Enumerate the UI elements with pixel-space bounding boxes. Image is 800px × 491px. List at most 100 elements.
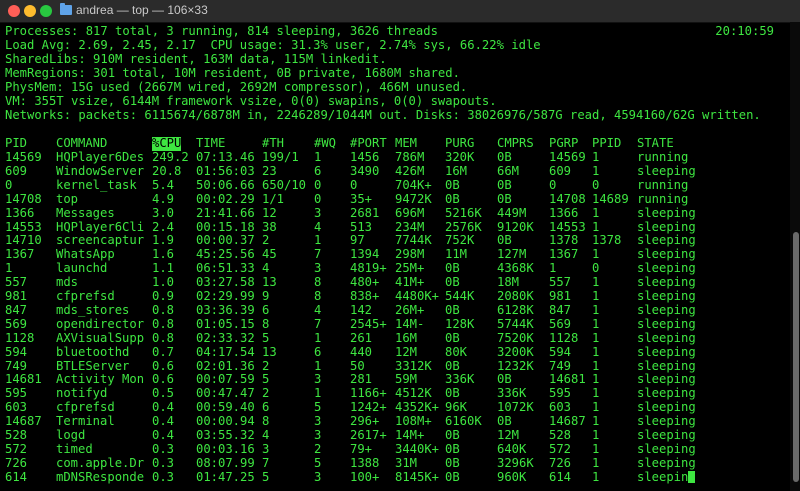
cell-ppid: 1 <box>592 302 600 317</box>
cell-pid: 0 <box>5 177 13 192</box>
cell-threads: 4 <box>262 428 270 442</box>
title-bar: andrea — top — 106×33 <box>0 0 800 23</box>
cell-pid: 1128 <box>5 330 35 345</box>
cell-threads: 8 <box>262 316 270 331</box>
cell-threads: 45 <box>262 247 277 262</box>
cell-time: 00:03.16 <box>196 441 255 456</box>
cell-purg: 80K <box>445 344 468 359</box>
cell-wq: 3 <box>314 372 322 387</box>
table-row: 594 bluetoothd 0.7 04:17.54 13 6 440 12M 80K 3200… <box>0 344 790 360</box>
table-row: 749 BTLEServer 0.6 02:01.36 2 1 50 3312K 0B 1232K… <box>0 359 790 374</box>
cell-command: timed <box>56 441 93 456</box>
table-row: 0 kernel_task 5.4 50:06.66 650/10 0 0 704K+ 0B 0B… <box>0 177 790 193</box>
cell-command: WindowServer <box>56 163 145 178</box>
column-header-pid: PID <box>5 136 28 150</box>
cell-ppid: 1 <box>592 219 600 234</box>
cell-time: 01:56:03 <box>196 163 255 178</box>
cell-cmprs: 336K <box>497 386 527 401</box>
cell-cmprs: 0B <box>497 372 512 387</box>
cell-mem: 9472K <box>395 191 432 206</box>
cell-threads: 13 <box>262 344 277 359</box>
cell-cpu: 4.9 <box>152 191 175 206</box>
cell-cmprs: 6128K <box>497 302 534 317</box>
cell-pgrp: 981 <box>549 289 572 303</box>
column-header-threads: #TH <box>262 136 285 150</box>
cell-wq: 7 <box>314 316 322 331</box>
cell-threads: 5 <box>262 469 270 484</box>
cell-wq: 1 <box>314 330 322 345</box>
cell-command: com.apple.Dr <box>56 455 145 470</box>
cell-cmprs: 0B <box>497 414 512 429</box>
cell-command: logd <box>56 428 86 442</box>
cell-pid: 569 <box>5 316 28 331</box>
column-header-purg: PURG <box>445 136 475 150</box>
cell-pid: 14681 <box>5 372 42 387</box>
cell-cpu: 20.8 <box>152 163 182 178</box>
cell-ports: 513 <box>350 219 373 234</box>
cell-wq: 3 <box>314 469 322 484</box>
cell-cpu: 1.6 <box>152 247 175 262</box>
cell-time: 06:51.33 <box>196 261 255 276</box>
cell-time: 00:47.47 <box>196 386 255 401</box>
cell-cmprs: 449M <box>497 205 527 220</box>
cell-cpu: 3.0 <box>152 205 175 220</box>
clock: 20:10:59 <box>715 24 774 38</box>
cell-purg: 11M <box>445 247 468 262</box>
table-row: 1367 WhatsApp 1.6 45:25.56 45 7 1394 298M 11M 127… <box>0 247 790 262</box>
cell-cpu: 0.6 <box>152 372 175 387</box>
scrollbar[interactable] <box>790 22 800 491</box>
cell-purg: 544K <box>445 289 475 303</box>
cell-state: sleeping <box>637 414 696 429</box>
summary-networks: Networks: packets: 6115674/6878M in, 224… <box>5 108 761 122</box>
cell-pid: 603 <box>5 400 28 415</box>
cell-mem: 14M- <box>395 316 425 331</box>
table-row: 614 mDNSResponde 0.3 01:47.25 5 3 100+ 8145K+ 0B… <box>0 469 790 485</box>
cell-cpu: 0.9 <box>152 289 175 303</box>
cell-cmprs: 12M <box>497 428 520 442</box>
summary-load: Load Avg: 2.69, 2.45, 2.17 CPU usage: 31… <box>5 38 541 52</box>
cell-pid: 528 <box>5 428 28 442</box>
table-row: 595 notifyd 0.5 00:47.47 2 1 1166+ 4512K 0B 336K 5… <box>0 386 790 401</box>
column-header-time: TIME <box>196 136 226 150</box>
cell-time: 00:02.29 <box>196 191 255 206</box>
table-row: 847 mds_stores 0.8 03:36.39 6 4 142 26M+ 0B 6128K… <box>0 302 790 318</box>
cell-ppid: 1 <box>592 275 600 290</box>
cell-time: 03:55.32 <box>196 428 255 442</box>
scrollbar-thumb[interactable] <box>793 232 799 482</box>
table-header: PID COMMAND %CPU TIME #TH #WQ #PORT MEM PURG CMPR… <box>0 136 790 151</box>
cell-time: 03:36.39 <box>196 302 255 317</box>
cell-command: mDNSResponde <box>56 469 145 484</box>
cell-ports: 1242+ <box>350 400 387 415</box>
cell-time: 03:27.58 <box>196 275 255 290</box>
cell-ppid: 1 <box>592 289 600 303</box>
table-row: 572 timed 0.3 00:03.16 3 2 79+ 3440K+ 0B 640K 572 1… <box>0 441 790 457</box>
cell-ppid: 1 <box>592 150 600 164</box>
cell-time: 04:17.54 <box>196 344 255 359</box>
cell-purg: 0B <box>445 330 460 345</box>
cell-wq: 6 <box>314 163 322 178</box>
cell-purg: 5216K <box>445 205 482 220</box>
cell-purg: 0B <box>445 386 460 401</box>
cell-pid: 1 <box>5 261 13 276</box>
column-header-mem: MEM <box>395 136 418 150</box>
cell-cmprs: 66M <box>497 163 520 178</box>
cell-pgrp: 614 <box>549 469 572 484</box>
cell-threads: 6 <box>262 302 270 317</box>
cell-command: launchd <box>56 261 108 276</box>
table-row: 1 launchd 1.1 06:51.33 4 3 4819+ 25M+ 0B 4368K 1 0 s… <box>0 261 790 276</box>
cell-state: sleeping <box>637 302 696 317</box>
cell-cmprs: 640K <box>497 441 527 456</box>
cell-cmprs: 3200K <box>497 344 534 359</box>
cell-cpu: 0.8 <box>152 302 175 317</box>
cell-state: sleeping <box>637 289 696 303</box>
cell-pid: 572 <box>5 441 28 456</box>
cell-wq: 3 <box>314 428 322 442</box>
cell-pgrp: 528 <box>549 428 572 442</box>
cell-ports: 1166+ <box>350 386 387 401</box>
terminal-output[interactable]: Processes: 817 total, 3 running, 814 sle… <box>0 22 790 491</box>
cell-time: 01:47.25 <box>196 469 255 484</box>
cell-wq: 3 <box>314 261 322 276</box>
cell-time: 50:06.66 <box>196 177 255 192</box>
cell-pgrp: 572 <box>549 441 572 456</box>
cell-threads: 5 <box>262 372 270 387</box>
